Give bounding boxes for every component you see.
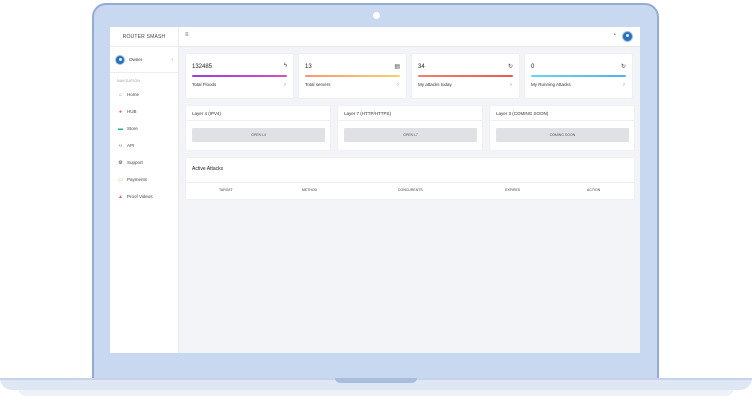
column-header-expires: EXPIRES <box>505 188 521 192</box>
sidebar: ROUTER SMASH Owner ‹ NAVIGATION ⌂ Home ●… <box>110 27 179 353</box>
layer3-card: Layer 3 (COMING SOON) COMING SOON <box>490 106 634 150</box>
user-name: Owner <box>129 57 143 62</box>
sidebar-item-payments[interactable]: ▭ Payments <box>110 171 178 188</box>
layer7-card: Layer 7 (HTTP/HTTPS) OPEN L7 <box>338 106 482 150</box>
stat-card-total-floods: 132485 ϟ Total Floods ? <box>186 54 293 98</box>
stat-progress-bar <box>192 75 287 77</box>
camera-dot <box>373 12 380 19</box>
sidebar-item-label: API <box>127 143 135 148</box>
menu-icon[interactable]: ≡ <box>185 32 189 38</box>
layer4-card: Layer 4 (IPV4) OPEN L4 <box>186 106 330 150</box>
notification-dot-icon[interactable]: • <box>614 32 616 38</box>
stat-label: Total servers <box>305 82 331 87</box>
sidebar-item-label: Home <box>127 92 140 97</box>
nav-section-title: NAVIGATION <box>117 79 141 83</box>
top-bar: ≡ • <box>179 27 640 47</box>
column-header-action: ACTION <box>587 188 601 192</box>
sidebar-item-label: Payments <box>127 177 148 182</box>
layers-row: Layer 4 (IPV4) OPEN L4 Layer 7 (HTTP/HTT… <box>186 106 634 150</box>
active-attacks-panel: Active Attacks TARGET METHOD CONCURENTS … <box>186 158 634 199</box>
stat-card-total-servers: 13 ▤ Total servers ? <box>299 54 406 98</box>
divider <box>338 120 482 121</box>
user-avatar <box>115 54 125 65</box>
stat-value: 132485 <box>192 64 213 70</box>
hub-icon: ● <box>118 108 123 115</box>
sidebar-item-label: Proof Videos <box>127 194 153 199</box>
coming-soon-button[interactable]: COMING SOON <box>496 128 629 142</box>
store-icon: ▬ <box>118 125 123 132</box>
layer-title: Layer 3 (COMING SOON) <box>496 111 549 116</box>
stats-row: 132485 ϟ Total Floods ? 13 ▤ Total serve… <box>186 54 634 98</box>
column-header-concurents: CONCURENTS <box>398 188 423 192</box>
open-l4-button[interactable]: OPEN L4 <box>192 128 325 142</box>
server-icon: ▤ <box>394 64 400 70</box>
layer-title: Layer 7 (HTTP/HTTPS) <box>344 111 392 116</box>
payment-card-icon: ▭ <box>118 176 123 183</box>
sidebar-item-label: HUB <box>127 109 137 114</box>
laptop-mockup: ROUTER SMASH Owner ‹ NAVIGATION ⌂ Home ●… <box>0 0 752 401</box>
stat-progress-bar <box>418 75 513 77</box>
stat-value: 13 <box>305 64 312 70</box>
sidebar-item-api[interactable]: ‹› API <box>110 137 178 154</box>
stat-value: 34 <box>418 64 425 70</box>
sidebar-item-support[interactable]: ⚙ Support <box>110 154 178 171</box>
sidebar-item-proof-videos[interactable]: ▲ Proof Videos <box>110 188 178 205</box>
stat-label: My attacks today <box>418 82 452 87</box>
laptop-notch <box>335 378 417 383</box>
stat-label: My Running Attacks <box>531 82 571 87</box>
stat-label: Total Floods <box>192 82 217 87</box>
help-icon[interactable]: ? <box>284 82 286 87</box>
stat-progress-bar <box>305 75 400 77</box>
sidebar-item-hub[interactable]: ● HUB <box>110 103 178 120</box>
help-icon[interactable]: ? <box>623 82 625 87</box>
stat-value: 0 <box>531 64 535 70</box>
user-panel[interactable]: Owner ‹ <box>110 47 178 73</box>
main-content: 132485 ϟ Total Floods ? 13 ▤ Total serve… <box>186 54 634 199</box>
column-header-target: TARGET <box>219 188 233 192</box>
video-icon: ▲ <box>118 193 123 200</box>
chevron-left-icon[interactable]: ‹ <box>171 57 173 63</box>
stat-card-running-attacks: 0 ↻ My Running Attacks ? <box>525 54 632 98</box>
refresh-icon: ↻ <box>507 64 513 70</box>
sidebar-item-label: Store <box>127 126 138 131</box>
open-l7-button[interactable]: OPEN L7 <box>344 128 477 142</box>
app-screen: ROUTER SMASH Owner ‹ NAVIGATION ⌂ Home ●… <box>110 27 640 353</box>
stat-card-attacks-today: 34 ↻ My attacks today ? <box>412 54 519 98</box>
stat-progress-bar <box>531 75 626 77</box>
divider <box>490 120 634 121</box>
home-icon: ⌂ <box>118 91 123 98</box>
sidebar-item-home[interactable]: ⌂ Home <box>110 86 178 103</box>
brand-title: ROUTER SMASH <box>110 27 178 47</box>
help-icon[interactable]: ? <box>510 82 512 87</box>
profile-avatar[interactable] <box>622 31 633 42</box>
divider <box>186 120 330 121</box>
column-header-method: METHOD <box>302 188 318 192</box>
code-icon: ‹› <box>118 142 123 149</box>
bolt-icon: ϟ <box>283 63 287 69</box>
active-attacks-title: Active Attacks <box>192 166 224 172</box>
sidebar-item-store[interactable]: ▬ Store <box>110 120 178 137</box>
sidebar-item-label: Support <box>127 160 143 165</box>
refresh-icon: ↻ <box>620 64 626 70</box>
gear-icon: ⚙ <box>118 159 123 166</box>
divider <box>186 182 634 183</box>
layer-title: Layer 4 (IPV4) <box>192 111 222 116</box>
help-icon[interactable]: ? <box>397 82 399 87</box>
